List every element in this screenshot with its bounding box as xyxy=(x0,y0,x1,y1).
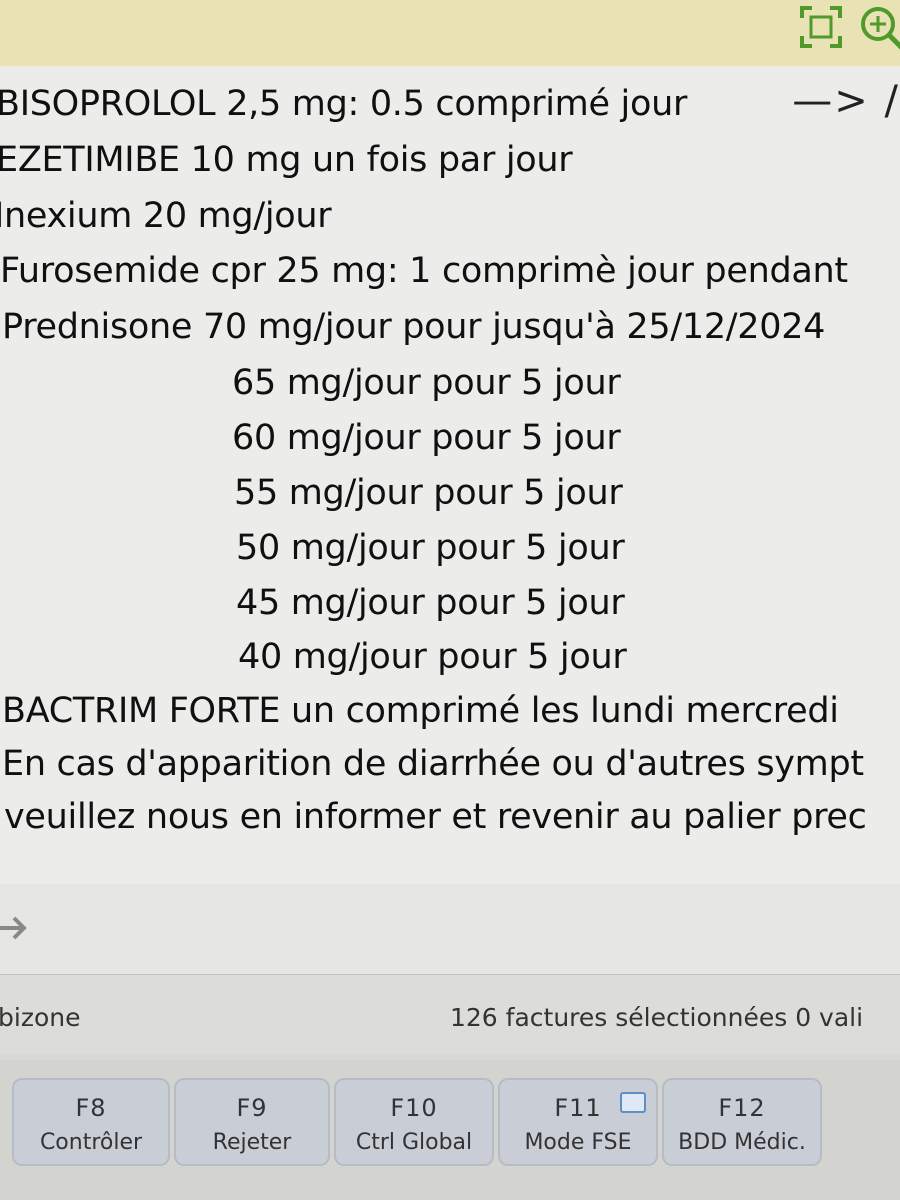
prescription-line: Furosemide cpr 25 mg: 1 comprimè jour pe… xyxy=(0,251,848,291)
prescription-line: BACTRIM FORTE un comprimé les lundi merc… xyxy=(2,691,839,731)
status-bar: bizone 126 factures sélectionnées 0 vali xyxy=(0,975,900,1055)
toolbar xyxy=(0,0,900,66)
f11-mode-fse-button[interactable]: F11 Mode FSE xyxy=(498,1078,658,1166)
f12-bdd-medic-button[interactable]: F12 BDD Médic. xyxy=(662,1078,822,1166)
fkey-action: BDD Médic. xyxy=(678,1130,806,1155)
input-row[interactable] xyxy=(0,884,900,975)
function-key-bar: F8 Contrôler F9 Rejeter F10 Ctrl Global … xyxy=(0,1060,900,1200)
prescription-line: Prednisone 70 mg/jour pour jusqu'à 25/12… xyxy=(2,307,826,347)
toolbar-icons xyxy=(796,2,900,52)
prescription-line: EZETIMIBE 10 mg un fois par jour xyxy=(0,140,573,180)
prescription-editor[interactable]: BISOPROLOL 2,5 mg: 0.5 comprimé jour EZE… xyxy=(0,66,900,886)
prescription-line: 50 mg/jour pour 5 jour xyxy=(236,528,625,568)
arrow-right-icon[interactable] xyxy=(0,908,34,948)
f10-ctrl-global-button[interactable]: F10 Ctrl Global xyxy=(334,1078,494,1166)
zoom-in-icon[interactable] xyxy=(856,2,900,52)
fkey-label: F10 xyxy=(390,1094,438,1122)
prescription-line: 45 mg/jour pour 5 jour xyxy=(236,583,625,623)
prescription-line: Inexium 20 mg/jour xyxy=(0,196,332,236)
prescription-line: BISOPROLOL 2,5 mg: 0.5 comprimé jour xyxy=(0,84,688,124)
fkey-action: Ctrl Global xyxy=(355,1130,473,1155)
fkey-label: F8 xyxy=(75,1094,107,1122)
fkey-action: Mode FSE xyxy=(524,1130,632,1155)
prescription-line: 65 mg/jour pour 5 jour xyxy=(232,363,621,403)
fkey-action: Contrôler xyxy=(39,1130,143,1155)
prescription-line: 60 mg/jour pour 5 jour xyxy=(232,418,621,458)
prescription-line: En cas d'apparition de diarrhée ou d'aut… xyxy=(2,744,864,784)
fkey-action: Rejeter xyxy=(212,1130,292,1155)
screen-icon xyxy=(620,1092,646,1113)
selected-invoices-count: 126 factures sélectionnées 0 vali xyxy=(450,1003,864,1032)
fkey-label: F9 xyxy=(236,1094,268,1122)
fit-screen-icon[interactable] xyxy=(796,2,846,52)
arrow-text: —> / xyxy=(792,78,900,124)
f8-controler-button[interactable]: F8 Contrôler xyxy=(12,1078,170,1166)
status-left-text: bizone xyxy=(0,1003,81,1032)
prescription-line: 55 mg/jour pour 5 jour xyxy=(234,473,623,513)
prescription-line: 40 mg/jour pour 5 jour xyxy=(238,637,627,677)
prescription-line: veuillez nous en informer et revenir au … xyxy=(4,797,867,837)
fkey-label: F12 xyxy=(718,1094,766,1122)
f9-rejeter-button[interactable]: F9 Rejeter xyxy=(174,1078,330,1166)
